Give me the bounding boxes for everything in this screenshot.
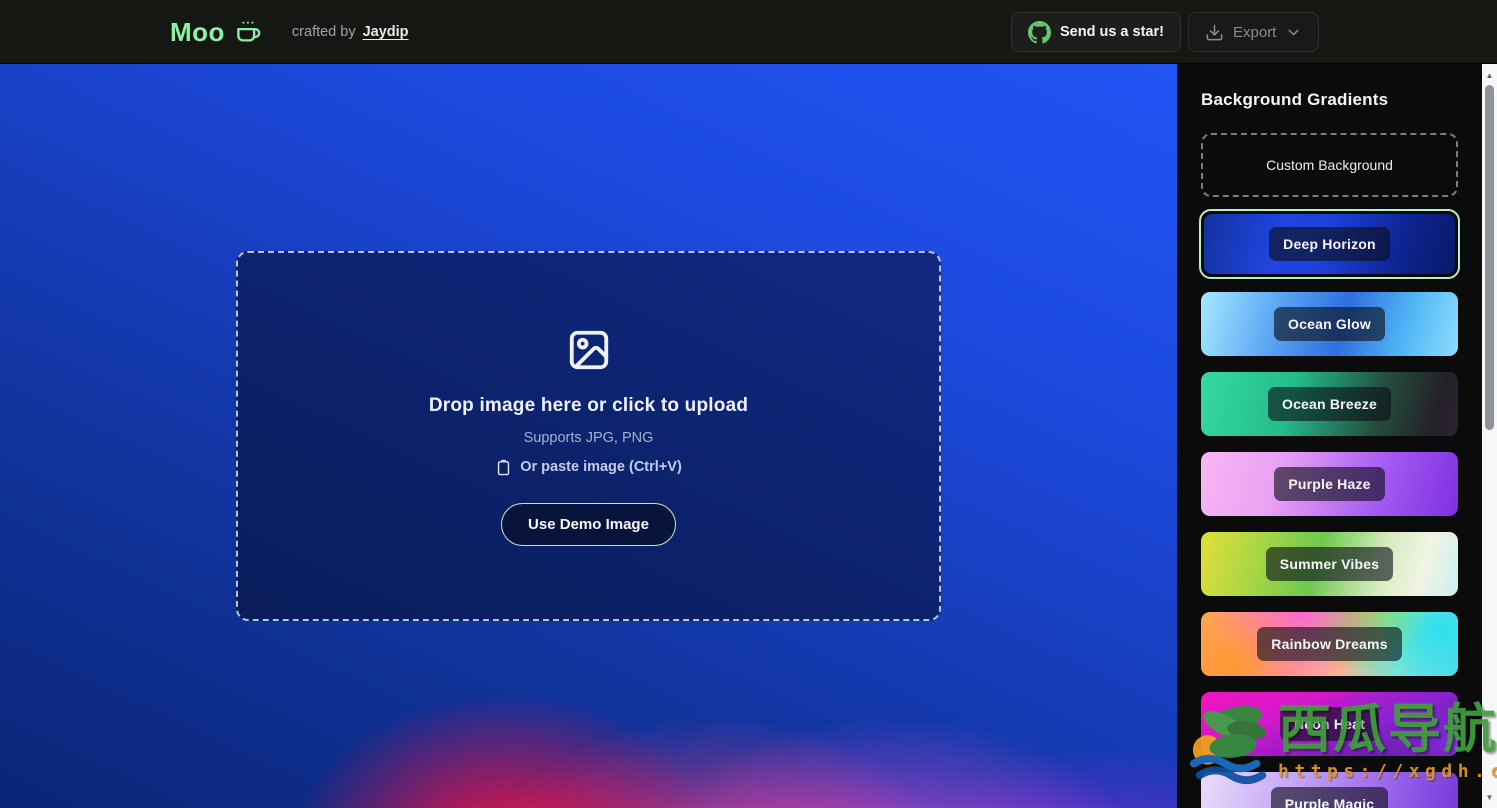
sidebar-scrollbar[interactable]: ▲ ▼ bbox=[1482, 64, 1497, 808]
app-logo: Moo bbox=[170, 17, 225, 48]
dropzone-subtitle: Supports JPG, PNG bbox=[524, 430, 654, 446]
paste-hint-label: Or paste image (Ctrl+V) bbox=[520, 459, 682, 475]
gradient-label: Ocean Breeze bbox=[1268, 387, 1391, 421]
send-star-button[interactable]: Send us a star! bbox=[1011, 12, 1181, 52]
scrollbar-thumb[interactable] bbox=[1485, 85, 1494, 430]
gradient-swatch-ocean-breeze[interactable]: Ocean Breeze bbox=[1201, 372, 1458, 436]
image-icon bbox=[566, 327, 612, 373]
send-star-label: Send us a star! bbox=[1060, 24, 1164, 40]
gradient-sidebar: Background Gradients Custom Background D… bbox=[1177, 64, 1482, 808]
coffee-cup-icon bbox=[235, 19, 262, 46]
gradient-swatch-neon-heat[interactable]: Neon Heat bbox=[1201, 692, 1458, 756]
download-icon bbox=[1205, 23, 1224, 42]
export-button[interactable]: Export bbox=[1188, 12, 1319, 52]
canvas: Drop image here or click to upload Suppo… bbox=[0, 64, 1177, 808]
author-link[interactable]: Jaydip bbox=[363, 24, 409, 40]
scrollbar-up-arrow[interactable]: ▲ bbox=[1482, 66, 1497, 84]
main-area: Drop image here or click to upload Suppo… bbox=[0, 64, 1497, 808]
use-demo-image-button[interactable]: Use Demo Image bbox=[501, 503, 676, 546]
paste-hint-row: Or paste image (Ctrl+V) bbox=[495, 459, 682, 476]
clipboard-icon bbox=[495, 459, 512, 476]
gradient-label: Summer Vibes bbox=[1266, 547, 1393, 581]
gradient-swatch-summer-vibes[interactable]: Summer Vibes bbox=[1201, 532, 1458, 596]
brand: Moo crafted by Jaydip bbox=[170, 0, 409, 64]
chevron-down-icon bbox=[1285, 24, 1302, 41]
dropzone-title: Drop image here or click to upload bbox=[429, 395, 748, 417]
gradient-label: Neon Heat bbox=[1280, 707, 1379, 741]
gradient-list: Deep Horizon Ocean Glow Ocean Breeze Pur… bbox=[1201, 209, 1458, 808]
custom-background-label: Custom Background bbox=[1266, 157, 1393, 173]
github-icon bbox=[1028, 21, 1051, 44]
gradient-swatch-purple-magic[interactable]: Purple Magic bbox=[1201, 772, 1458, 808]
gradient-label: Ocean Glow bbox=[1274, 307, 1385, 341]
gradient-label: Deep Horizon bbox=[1269, 227, 1390, 261]
gradient-swatch-ocean-glow[interactable]: Ocean Glow bbox=[1201, 292, 1458, 356]
gradient-swatch-deep-horizon[interactable]: Deep Horizon bbox=[1199, 209, 1460, 279]
gradient-swatch-purple-haze[interactable]: Purple Haze bbox=[1201, 452, 1458, 516]
sidebar-title: Background Gradients bbox=[1201, 90, 1458, 110]
export-label: Export bbox=[1233, 24, 1276, 41]
gradient-swatch-rainbow-dreams[interactable]: Rainbow Dreams bbox=[1201, 612, 1458, 676]
gradient-label: Rainbow Dreams bbox=[1257, 627, 1401, 661]
custom-background-button[interactable]: Custom Background bbox=[1201, 133, 1458, 197]
use-demo-image-label: Use Demo Image bbox=[528, 516, 649, 533]
scrollbar-down-arrow[interactable]: ▼ bbox=[1482, 788, 1497, 806]
crafted-by-label: crafted by bbox=[292, 24, 356, 40]
app-header: Moo crafted by Jaydip Send us a star! bbox=[0, 0, 1497, 64]
gradient-label: Purple Haze bbox=[1274, 467, 1384, 501]
image-dropzone[interactable]: Drop image here or click to upload Suppo… bbox=[236, 251, 941, 621]
gradient-label: Purple Magic bbox=[1271, 787, 1389, 808]
